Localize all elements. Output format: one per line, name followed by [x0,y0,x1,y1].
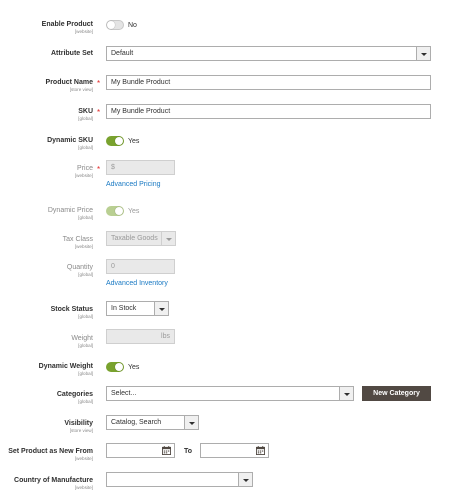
categories-select[interactable]: Select... [106,386,354,401]
chevron-down-icon [339,387,353,400]
dynamic-price-toggle[interactable] [106,206,124,216]
weight-label: Weight [71,335,93,342]
categories-label: Categories [56,391,93,398]
new-from-label: Set Product as New From [8,448,93,455]
product-name-scope: [store view] [69,87,93,92]
categories-placeholder: Select... [111,390,137,397]
advanced-inventory-link[interactable]: Advanced Inventory [106,279,168,288]
dynamic-weight-toggle[interactable] [106,362,124,372]
weight-scope: [global] [78,343,93,348]
country-select[interactable] [106,472,253,487]
dynamic-sku-scope: [global] [78,145,93,150]
sku-input[interactable]: My Bundle Product [106,104,431,119]
dynamic-price-value: Yes [128,208,140,215]
visibility-select[interactable]: Catalog, Search [106,415,199,430]
dynamic-weight-value: Yes [128,364,140,371]
enable-product-label: Enable Product [41,21,93,28]
calendar-icon[interactable] [162,446,171,455]
currency-prefix: $ [111,164,115,171]
to-label: To [184,448,193,455]
visibility-scope: [store view] [69,428,93,433]
required-marker: * [97,108,101,117]
quantity-input[interactable]: 0 [106,259,175,274]
country-scope: [website] [74,485,93,490]
stock-status-scope: [global] [78,314,93,319]
quantity-scope: [global] [78,272,93,277]
chevron-down-icon [416,47,430,60]
stock-status-label: Stock Status [50,306,93,313]
tax-class-scope: [website] [74,244,93,249]
chevron-down-icon [184,416,198,429]
stock-status-select[interactable]: In Stock [106,301,169,316]
country-label: Country of Manufacture [14,477,93,484]
categories-scope: [global] [78,399,93,404]
attribute-set-label: Attribute Set [51,50,93,57]
chevron-down-icon [154,302,168,315]
dynamic-sku-toggle[interactable] [106,136,124,146]
new-from-scope: [website] [74,456,93,461]
tax-class-select[interactable]: Taxable Goods [106,231,176,246]
required-marker: * [97,79,101,88]
advanced-pricing-link[interactable]: Advanced Pricing [106,180,160,189]
chevron-down-icon [238,473,252,486]
attribute-set-value: Default [111,50,134,57]
required-marker: * [97,165,101,174]
sku-label: SKU [78,108,93,115]
weight-input[interactable]: lbs [106,329,175,344]
price-scope: [website] [74,173,93,178]
enable-product-value: No [128,22,137,29]
attribute-set-select[interactable]: Default [106,46,431,61]
enable-product-toggle[interactable] [106,20,124,30]
dynamic-sku-value: Yes [128,138,140,145]
dynamic-price-scope: [global] [78,215,93,220]
product-name-input[interactable]: My Bundle Product [106,75,431,90]
quantity-label: Quantity [66,264,93,271]
dynamic-price-label: Dynamic Price [47,207,93,214]
price-input[interactable]: $ [106,160,175,175]
dynamic-weight-scope: [global] [78,371,93,376]
tax-class-label: Tax Class [62,236,93,243]
chevron-down-icon [161,232,175,245]
dynamic-sku-label: Dynamic SKU [47,137,93,144]
product-name-label: Product Name [45,79,93,86]
weight-unit: lbs [161,333,170,340]
dynamic-weight-label: Dynamic Weight [38,363,93,370]
new-category-button[interactable]: New Category [362,386,431,401]
sku-scope: [global] [78,116,93,121]
new-to-date-input[interactable] [200,443,269,458]
enable-product-scope: [website] [74,29,93,34]
visibility-label: Visibility [64,420,93,427]
new-from-date-input[interactable] [106,443,175,458]
price-label: Price [77,165,93,172]
calendar-icon[interactable] [256,446,265,455]
